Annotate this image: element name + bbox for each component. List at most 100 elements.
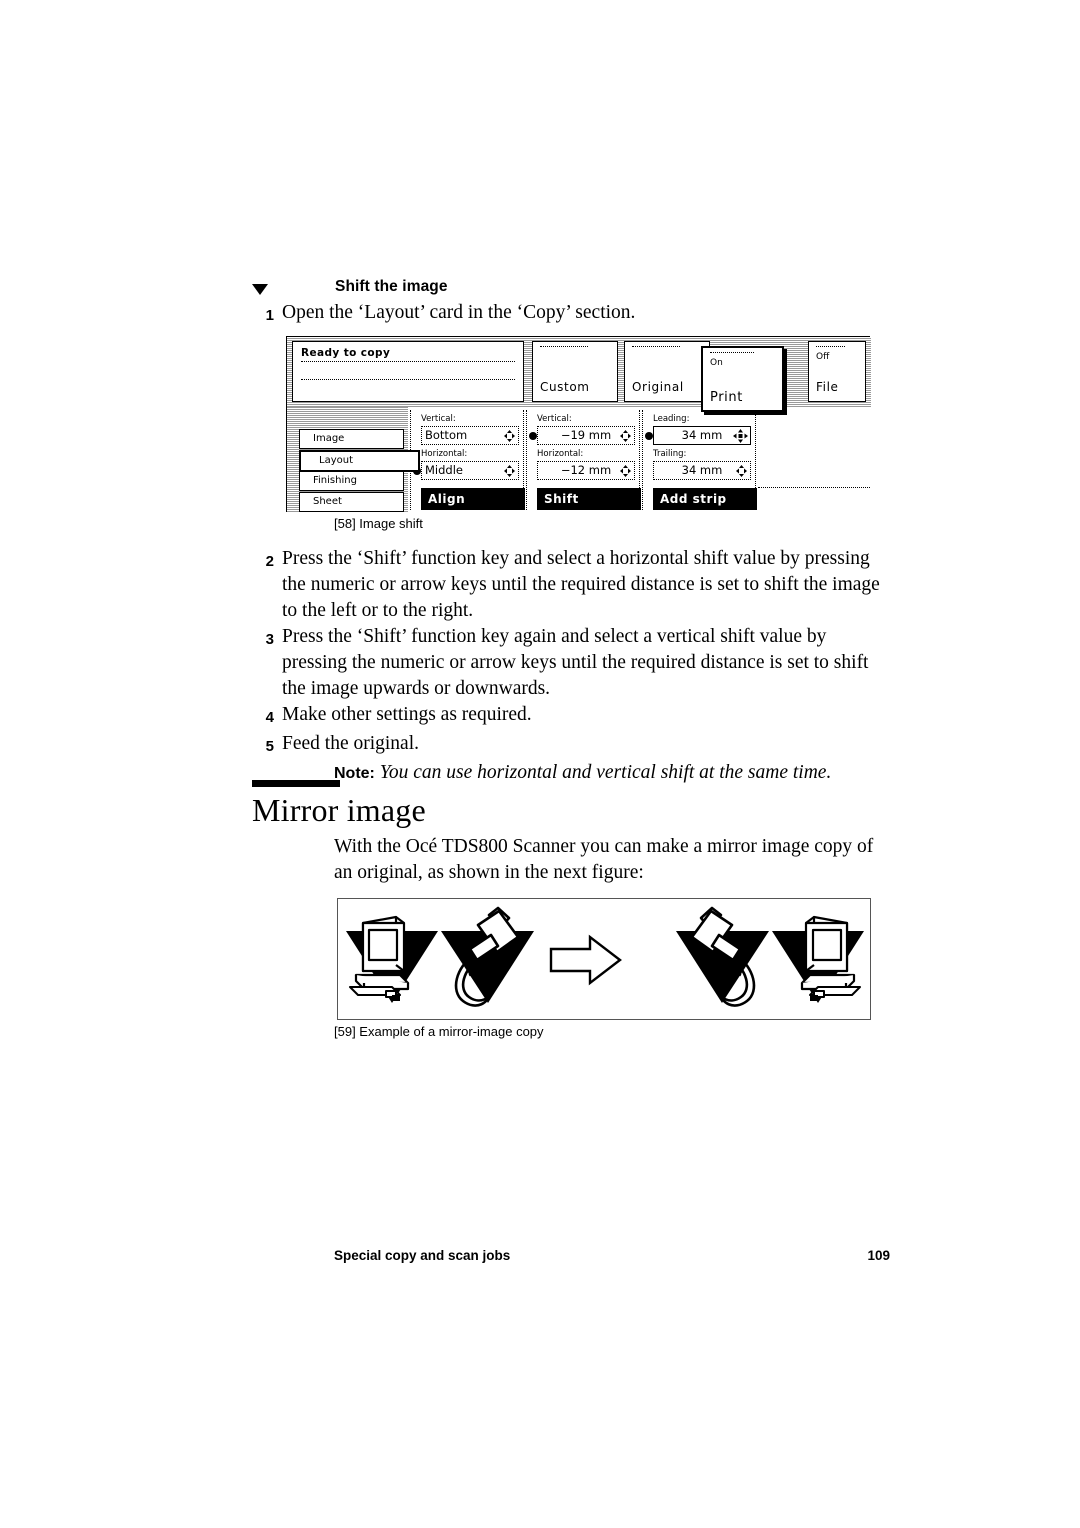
selected-bullet-icon	[645, 432, 653, 440]
chapter-intro-paragraph: With the Océ TDS800 Scanner you can make…	[334, 836, 874, 883]
panel-settings-area: Vertical: Bottom Horizontal: Middle Alig…	[408, 407, 871, 512]
spinner-updown-icon[interactable]	[620, 430, 631, 442]
section-heading: Shift the image	[252, 278, 892, 296]
sidebar-item-layout[interactable]: Layout	[299, 450, 420, 472]
settings-column-addstrip: Leading: 34 mm Trailing: 34 mm Add strip	[642, 410, 757, 510]
computer-accent-mirrored	[810, 995, 818, 1001]
top-card-custom[interactable]: Custom	[532, 341, 618, 402]
field-value: 34 mm	[681, 428, 723, 442]
function-key-addstrip[interactable]: Add strip	[653, 488, 757, 510]
field-label-trailing: Trailing:	[653, 449, 687, 459]
field-label-leading: Leading:	[653, 414, 690, 424]
status-card: Ready to copy	[292, 341, 524, 402]
field-value: −19 mm	[560, 428, 612, 442]
step-number: 1	[265, 307, 274, 324]
left-group	[346, 906, 534, 1007]
sidebar-item-finishing[interactable]: Finishing	[299, 471, 404, 491]
computer-icon-mirrored	[804, 915, 849, 973]
field-value: Bottom	[425, 428, 468, 442]
status-dotted-rule-1	[301, 361, 515, 362]
section-heading-label: Shift the image	[335, 278, 448, 295]
figure-caption-59: [59] Example of a mirror-image copy	[334, 1024, 544, 1039]
steps-list-bottom: 2 Press the ‘Shift’ function key and sel…	[252, 546, 892, 787]
spinner-updown-icon[interactable]	[504, 465, 515, 477]
list-item: 2 Press the ‘Shift’ function key and sel…	[252, 546, 892, 624]
top-card-file[interactable]: Off File	[808, 341, 866, 402]
panel-trailing-rule	[758, 487, 870, 488]
field-align-vertical[interactable]: Bottom	[421, 426, 519, 445]
panel-top-bar: Ready to copy Custom Original Off File O…	[287, 337, 871, 412]
field-label-horizontal: Horizontal:	[421, 449, 468, 459]
top-card-original[interactable]: Original	[624, 341, 710, 402]
steps-list-top: 1 Open the ‘Layout’ card in the ‘Copy’ s…	[252, 300, 892, 329]
spinner-fourway-icon[interactable]	[733, 429, 748, 443]
top-card-label: Custom	[540, 380, 590, 394]
top-card-label: Original	[632, 380, 684, 394]
sidebar-item-image[interactable]: Image	[299, 429, 404, 449]
field-align-horizontal[interactable]: Middle	[413, 461, 519, 480]
step-text: Open the ‘Layout’ card in the ‘Copy’ sec…	[282, 302, 636, 323]
panel-body: Image Finishing Sheet Layout Vertical: B…	[287, 407, 871, 512]
sidebar-item-label: Finishing	[313, 475, 357, 486]
chapter-heading: Mirror image	[252, 780, 426, 829]
field-addstrip-trailing[interactable]: 34 mm	[653, 461, 751, 480]
spinner-updown-icon[interactable]	[736, 465, 747, 477]
footer-section-title: Special copy and scan jobs	[334, 1248, 511, 1263]
settings-column-align: Vertical: Bottom Horizontal: Middle Alig…	[410, 410, 525, 510]
card-dotted-rule	[540, 346, 588, 347]
top-card-label: Print	[710, 390, 743, 405]
top-card-print[interactable]: On Print	[701, 346, 784, 412]
panel-sidebar: Image Finishing Sheet Layout	[291, 410, 420, 512]
field-shift-vertical[interactable]: −19 mm	[529, 426, 635, 445]
sidebar-item-sheet[interactable]: Sheet	[299, 492, 404, 512]
list-item: 1 Open the ‘Layout’ card in the ‘Copy’ s…	[252, 300, 892, 329]
sidebar-item-label: Sheet	[313, 496, 342, 507]
list-item: 4 Make other settings as required.	[252, 702, 892, 731]
top-card-sublabel: Off	[816, 352, 830, 362]
step-number: 5	[265, 738, 274, 755]
card-dotted-rule	[710, 352, 755, 353]
status-title: Ready to copy	[301, 347, 391, 359]
step-text: Press the ‘Shift’ function key and selec…	[282, 548, 880, 621]
field-label-vertical: Vertical:	[421, 414, 456, 424]
top-card-sublabel: On	[710, 358, 723, 368]
step-text: Make other settings as required.	[282, 704, 532, 725]
spinner-updown-icon[interactable]	[620, 465, 631, 477]
top-card-label: File	[816, 380, 839, 394]
step-number: 2	[265, 553, 274, 570]
mirror-image-figure	[337, 898, 871, 1020]
field-value: −12 mm	[560, 463, 612, 477]
function-key-align[interactable]: Align	[421, 488, 525, 510]
selected-bullet-icon	[529, 432, 537, 440]
page-title: Mirror image	[252, 792, 426, 828]
document-page: Shift the image 1 Open the ‘Layout’ card…	[0, 0, 1080, 1528]
step-text: Press the ‘Shift’ function key again and…	[282, 626, 869, 699]
function-key-shift[interactable]: Shift	[537, 488, 641, 510]
computer-accent	[392, 995, 400, 1001]
sidebar-item-label: Image	[313, 433, 345, 444]
field-shift-horizontal[interactable]: −12 mm	[537, 461, 635, 480]
list-item: 5 Feed the original.	[252, 731, 892, 760]
settings-column-shift: Vertical: −19 mm Horizontal: −12 mm Shif…	[526, 410, 641, 510]
step-number: 4	[265, 709, 274, 726]
page-footer: Special copy and scan jobs 109	[334, 1248, 890, 1263]
card-dotted-rule	[816, 346, 845, 347]
scanner-ui-panel: Ready to copy Custom Original Off File O…	[286, 336, 871, 512]
step-number: 3	[265, 631, 274, 648]
field-label-horizontal: Horizontal:	[537, 449, 584, 459]
list-item: 3 Press the ‘Shift’ function key again a…	[252, 624, 892, 702]
arrow-right-icon	[549, 934, 622, 986]
mirror-figure-svg	[346, 906, 864, 1007]
computer-icon	[361, 915, 406, 973]
field-label-vertical: Vertical:	[537, 414, 572, 424]
triangle-down-icon	[252, 284, 268, 295]
card-dotted-rule	[632, 346, 680, 347]
figure-caption-58: [58] Image shift	[334, 516, 423, 531]
right-group	[676, 906, 864, 1007]
note-text: You can use horizontal and vertical shif…	[379, 762, 832, 783]
field-value: Middle	[425, 463, 463, 477]
spinner-updown-icon[interactable]	[504, 430, 515, 442]
status-dotted-rule-2	[301, 379, 515, 380]
sidebar-item-label: Layout	[319, 455, 353, 466]
field-addstrip-leading[interactable]: 34 mm	[645, 426, 751, 445]
